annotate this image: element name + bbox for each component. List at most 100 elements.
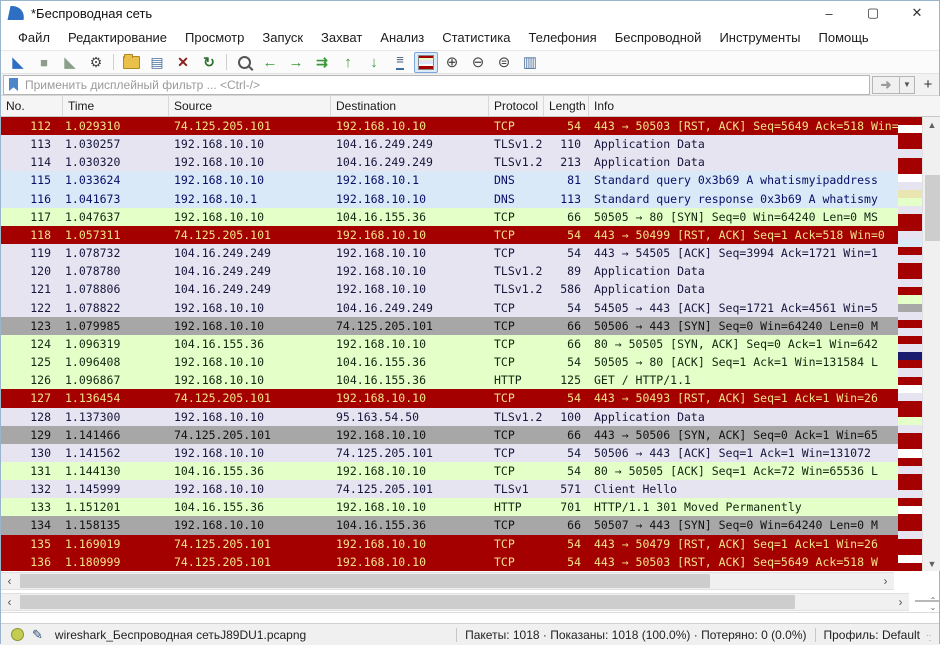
filter-bookmark-icon[interactable]: [9, 78, 18, 91]
close-button[interactable]: ✕: [895, 1, 939, 25]
scroll-left-icon[interactable]: ‹: [1, 594, 18, 610]
close-file-icon[interactable]: ✕: [171, 52, 195, 73]
menu-item-7[interactable]: Телефония: [519, 27, 605, 48]
column-header-no[interactable]: No.: [1, 96, 63, 116]
menu-item-4[interactable]: Захват: [312, 27, 371, 48]
packet-row-117[interactable]: 1171.047637192.168.10.10104.16.155.36TCP…: [1, 208, 898, 226]
horizontal-scrollbar-secondary[interactable]: ‹ ›: [1, 593, 909, 611]
packet-row-132[interactable]: 1321.145999192.168.10.1074.125.205.101TL…: [1, 480, 898, 498]
scroll-up-icon[interactable]: ▲: [923, 117, 940, 132]
go-to-packet-icon[interactable]: ⇉: [310, 52, 334, 73]
maximize-button[interactable]: ▢: [851, 1, 895, 25]
apply-filter-button[interactable]: ➜: [872, 76, 899, 94]
horizontal-scroll-thumb[interactable]: [20, 574, 710, 588]
horizontal-scroll-track[interactable]: [18, 594, 892, 610]
zoom-in-icon[interactable]: ⊕: [440, 52, 464, 73]
column-header-length[interactable]: Length: [544, 96, 589, 116]
packet-row-114[interactable]: 1141.030320192.168.10.10104.16.249.249TL…: [1, 153, 898, 171]
menu-item-9[interactable]: Инструменты: [710, 27, 809, 48]
cell-len: 54: [544, 535, 589, 553]
packet-row-120[interactable]: 1201.078780104.16.249.249192.168.10.10TL…: [1, 262, 898, 280]
horizontal-scrollbar-list[interactable]: ‹ ›: [1, 572, 894, 590]
profile-label[interactable]: Профиль: Default: [824, 628, 921, 642]
packet-row-124[interactable]: 1241.096319104.16.155.36192.168.10.10TCP…: [1, 335, 898, 353]
cell-src: 74.125.205.101: [169, 553, 331, 571]
packet-row-135[interactable]: 1351.16901974.125.205.101192.168.10.10TC…: [1, 535, 898, 553]
add-filter-button[interactable]: +: [919, 76, 937, 94]
column-header-time[interactable]: Time: [63, 96, 169, 116]
minimize-button[interactable]: –: [807, 1, 851, 25]
menu-item-0[interactable]: Файл: [9, 27, 59, 48]
save-file-icon[interactable]: ▤: [145, 52, 169, 73]
packet-row-125[interactable]: 1251.096408192.168.10.10104.16.155.36TCP…: [1, 353, 898, 371]
expert-info-icon[interactable]: [11, 628, 24, 641]
vertical-scroll-thumb[interactable]: [925, 175, 940, 241]
zoom-original-icon[interactable]: ⊜: [492, 52, 516, 73]
scroll-down-icon[interactable]: ▼: [923, 556, 940, 571]
capture-options-icon[interactable]: ⚙: [84, 52, 108, 73]
packet-row-112[interactable]: 1121.02931074.125.205.101192.168.10.10TC…: [1, 117, 898, 135]
column-header-source[interactable]: Source: [169, 96, 331, 116]
scroll-left-icon[interactable]: ‹: [1, 573, 18, 589]
go-first-icon[interactable]: ↑: [336, 52, 360, 73]
column-header-info[interactable]: Info: [589, 96, 898, 116]
restart-capture-icon[interactable]: ◣: [58, 52, 82, 73]
find-packet-icon[interactable]: [232, 52, 256, 73]
packet-row-126[interactable]: 1261.096867192.168.10.10104.16.155.36HTT…: [1, 371, 898, 389]
cell-dst: 74.125.205.101: [331, 317, 489, 335]
display-filter-input[interactable]: [23, 77, 869, 93]
packet-row-121[interactable]: 1211.078806104.16.249.249192.168.10.10TL…: [1, 280, 898, 298]
packet-row-133[interactable]: 1331.151201104.16.155.36192.168.10.10HTT…: [1, 498, 898, 516]
menu-item-5[interactable]: Анализ: [371, 27, 433, 48]
filter-dropdown-caret[interactable]: ▼: [899, 76, 915, 94]
horizontal-scroll-thumb[interactable]: [20, 595, 795, 609]
packet-row-129[interactable]: 1291.14146674.125.205.101192.168.10.10TC…: [1, 426, 898, 444]
menu-item-3[interactable]: Запуск: [253, 27, 312, 48]
packet-row-123[interactable]: 1231.079985192.168.10.1074.125.205.101TC…: [1, 317, 898, 335]
go-next-icon: →: [289, 54, 304, 71]
packet-row-130[interactable]: 1301.141562192.168.10.1074.125.205.101TC…: [1, 444, 898, 462]
packet-row-134[interactable]: 1341.158135192.168.10.10104.16.155.36TCP…: [1, 516, 898, 534]
find-packet-icon: [238, 56, 251, 69]
packet-row-122[interactable]: 1221.078822192.168.10.10104.16.249.249TC…: [1, 299, 898, 317]
capture-filename[interactable]: wireshark_Беспроводная сетьJ89DU1.pcapng: [55, 628, 306, 642]
packet-row-115[interactable]: 1151.033624192.168.10.10192.168.10.1DNS8…: [1, 171, 898, 189]
menu-item-8[interactable]: Беспроводной: [606, 27, 711, 48]
horizontal-scroll-track[interactable]: [18, 573, 877, 589]
zoom-out-icon[interactable]: ⊖: [466, 52, 490, 73]
packet-row-136[interactable]: 1361.18099974.125.205.101192.168.10.10TC…: [1, 553, 898, 571]
packet-row-113[interactable]: 1131.030257192.168.10.10104.16.249.249TL…: [1, 135, 898, 153]
column-header-destination[interactable]: Destination: [331, 96, 489, 116]
open-file-icon[interactable]: [119, 52, 143, 73]
column-header-protocol[interactable]: Protocol: [489, 96, 544, 116]
menu-item-6[interactable]: Статистика: [433, 27, 519, 48]
packet-row-116[interactable]: 1161.041673192.168.10.1192.168.10.10DNS1…: [1, 190, 898, 208]
vertical-scrollbar[interactable]: ▲ ▼: [922, 117, 940, 571]
menu-item-10[interactable]: Помощь: [810, 27, 878, 48]
go-last-icon[interactable]: ↓: [362, 52, 386, 73]
packet-minimap[interactable]: [898, 117, 922, 571]
cell-no: 129: [1, 426, 63, 444]
go-next-icon[interactable]: →: [284, 52, 308, 73]
minimap-stripe: [898, 352, 922, 360]
resize-columns-icon[interactable]: ▥: [518, 52, 542, 73]
colorize-icon[interactable]: [414, 52, 438, 73]
scroll-right-icon[interactable]: ›: [877, 573, 894, 589]
scroll-right-icon[interactable]: ›: [892, 594, 909, 610]
packet-row-127[interactable]: 1271.13645474.125.205.101192.168.10.10TC…: [1, 389, 898, 407]
resize-grip-icon[interactable]: ∙∙ ∙: [926, 633, 936, 643]
pane-scroll-chevrons-icon[interactable]: ⌃⌄: [926, 597, 940, 611]
start-capture-icon[interactable]: ◣: [6, 52, 30, 73]
stop-capture-icon[interactable]: ■: [32, 52, 56, 73]
packet-row-131[interactable]: 1311.144130104.16.155.36192.168.10.10TCP…: [1, 462, 898, 480]
auto-scroll-icon[interactable]: ≡: [388, 52, 412, 73]
packet-row-119[interactable]: 1191.078732104.16.249.249192.168.10.10TC…: [1, 244, 898, 262]
reload-file-icon[interactable]: ↻: [197, 52, 221, 73]
minimap-stripe: [898, 206, 922, 214]
packet-row-118[interactable]: 1181.05731174.125.205.101192.168.10.10TC…: [1, 226, 898, 244]
capture-comment-icon[interactable]: ✎: [32, 627, 43, 643]
go-previous-icon[interactable]: ←: [258, 52, 282, 73]
packet-row-128[interactable]: 1281.137300192.168.10.1095.163.54.50TLSv…: [1, 408, 898, 426]
menu-item-2[interactable]: Просмотр: [176, 27, 253, 48]
menu-item-1[interactable]: Редактирование: [59, 27, 176, 48]
